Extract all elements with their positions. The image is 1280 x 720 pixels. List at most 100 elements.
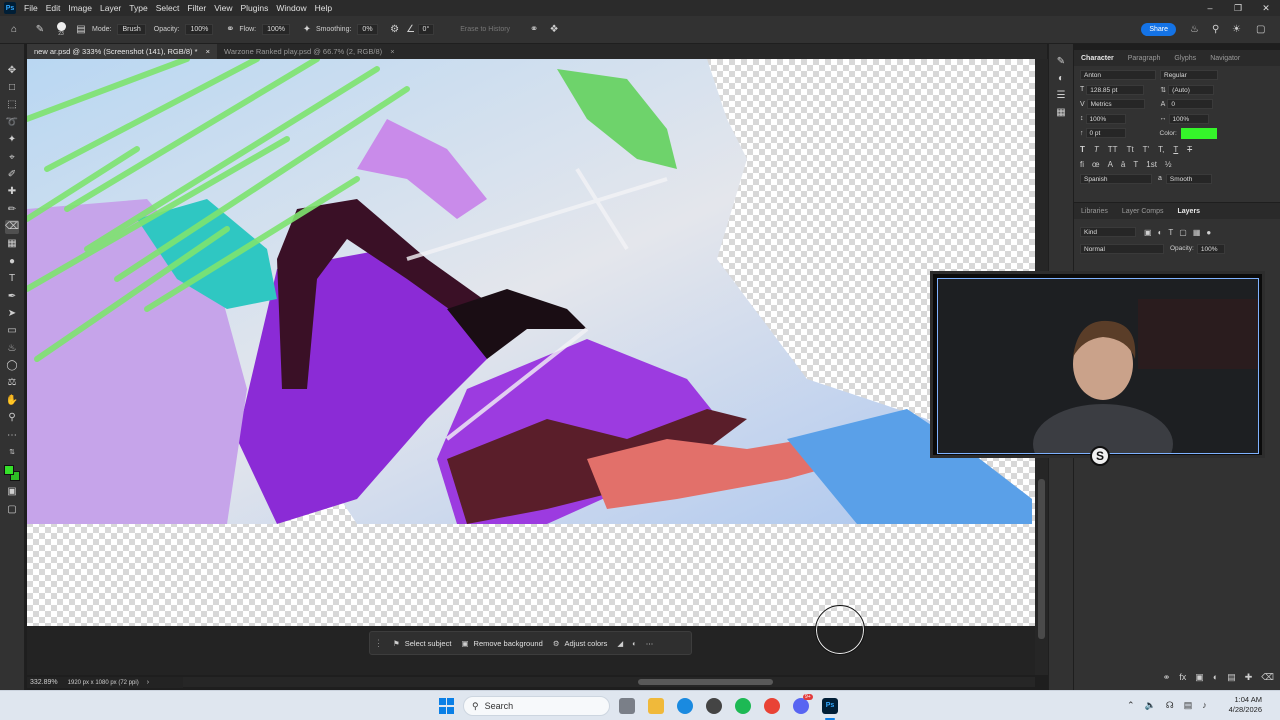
chrome-icon[interactable] — [764, 698, 780, 714]
flow-field[interactable]: 100% — [262, 24, 290, 35]
blend-mode-select[interactable]: Normal — [1080, 243, 1164, 254]
menu-plugins[interactable]: Plugins — [240, 3, 268, 13]
ordinals-icon[interactable]: 1st — [1146, 160, 1157, 169]
foreground-color-swatch[interactable] — [4, 464, 14, 475]
tab-glyphs[interactable]: Glyphs — [1167, 55, 1203, 62]
menu-file[interactable]: File — [24, 3, 38, 13]
menu-edit[interactable]: Edit — [46, 3, 61, 13]
tab-paragraph[interactable]: Paragraph — [1121, 55, 1168, 62]
strikethrough-icon[interactable]: T — [1187, 145, 1192, 154]
photoshop-taskbar-icon[interactable]: Ps — [822, 698, 838, 714]
type-tool-icon[interactable]: T — [5, 272, 19, 286]
filter-toggle-icon[interactable]: ● — [1206, 228, 1211, 237]
baseline-shift-field[interactable]: 0 pt — [1085, 128, 1126, 139]
adjustments-panel-icon[interactable]: ◐ — [1058, 73, 1064, 84]
tab-navigator[interactable]: Navigator — [1203, 55, 1247, 62]
edge-icon[interactable] — [677, 698, 693, 714]
file-explorer-icon[interactable] — [648, 698, 664, 714]
color-swatches[interactable] — [3, 464, 21, 482]
menu-select[interactable]: Select — [156, 3, 180, 13]
discord-icon[interactable] — [793, 698, 809, 714]
menu-view[interactable]: View — [214, 3, 232, 13]
pressure-opacity-icon[interactable]: ⚭ — [221, 24, 239, 35]
tab-layers[interactable]: Layers — [1171, 208, 1208, 215]
titling-icon[interactable]: T — [1133, 160, 1138, 169]
speaker-icon[interactable]: 🔈 — [1145, 700, 1156, 711]
brush-tool-icon[interactable]: ✏ — [5, 203, 19, 217]
kerning-select[interactable]: Metrics — [1086, 99, 1145, 110]
antialias-select[interactable]: Smooth — [1165, 173, 1212, 184]
zoom-level[interactable]: 332.89% — [30, 679, 58, 686]
erase-to-history-checkbox[interactable]: Erase to History — [460, 26, 510, 33]
history-panel-icon[interactable]: ✎ — [1057, 56, 1065, 67]
gear-icon[interactable]: ⚙ — [386, 24, 404, 35]
trash-icon[interactable]: ⌫ — [1261, 672, 1274, 683]
workspace-icon[interactable]: ▢ — [1256, 24, 1265, 35]
angle-field[interactable]: 0° — [417, 24, 435, 35]
symmetry-icon[interactable]: ❖ — [544, 24, 564, 35]
language-select[interactable]: Spanish — [1080, 173, 1152, 184]
text-color-swatch[interactable] — [1180, 127, 1217, 139]
tab-warzone[interactable]: Warzone Ranked play.psd @ 66.7% (2, RGB/… — [217, 44, 402, 59]
tab-layer-comps[interactable]: Layer Comps — [1115, 208, 1171, 215]
link-layers-icon[interactable]: ⚭ — [1163, 672, 1171, 683]
smoothing-field[interactable]: 0% — [357, 24, 378, 35]
scroll-thumb[interactable] — [1038, 479, 1045, 639]
filter-shape-icon[interactable]: ▢ — [1179, 228, 1187, 237]
pressure-size-icon[interactable]: ⚭ — [524, 24, 544, 35]
document-canvas[interactable] — [27, 59, 1035, 626]
more-tools-icon[interactable]: ⋯ — [5, 429, 19, 443]
font-size-field[interactable]: 128.85 pt — [1086, 84, 1145, 95]
adjust-colors-button[interactable]: ⚙ Adjust colors — [553, 639, 608, 648]
hand-tool-icon[interactable]: ✋ — [5, 394, 19, 408]
path-selection-tool-icon[interactable]: ➤ — [5, 307, 19, 321]
superscript-icon[interactable]: T' — [1143, 145, 1149, 154]
layer-filter-select[interactable]: Kind — [1080, 227, 1136, 238]
brush-preset-picker[interactable]: 23 — [52, 22, 70, 37]
leading-field[interactable]: (Auto) — [1168, 84, 1215, 95]
paint-bucket-icon[interactable]: ♨ — [5, 342, 19, 356]
menu-type[interactable]: Type — [129, 3, 147, 13]
menu-filter[interactable]: Filter — [187, 3, 206, 13]
faux-italic-icon[interactable]: T — [1094, 145, 1099, 154]
taskbar-search[interactable]: ⚲ Search — [463, 696, 610, 716]
object-selection-tool-icon[interactable]: ✦ — [5, 133, 19, 147]
task-view-icon[interactable] — [619, 698, 635, 714]
ellipse-tool-icon[interactable]: ◯ — [5, 359, 19, 373]
spotify-icon[interactable] — [735, 698, 751, 714]
zoom-tool-icon[interactable]: ⚲ — [5, 411, 19, 425]
airbrush-icon[interactable]: ✦ — [298, 24, 316, 35]
remove-background-button[interactable]: ▣ Remove background — [461, 639, 542, 648]
properties-panel-icon[interactable]: ☰ — [1057, 90, 1066, 101]
tab-character[interactable]: Character — [1074, 55, 1121, 62]
minimize-icon[interactable]: – — [1196, 0, 1224, 16]
all-caps-icon[interactable]: TT — [1108, 145, 1118, 154]
eyedropper-tool-icon[interactable]: ✐ — [5, 168, 19, 182]
ligatures-icon[interactable]: fi — [1080, 160, 1084, 169]
swatches-panel-icon[interactable]: ▦ — [1056, 107, 1065, 118]
filter-type-icon[interactable]: T — [1168, 228, 1173, 237]
tab-close-icon[interactable]: × — [390, 47, 394, 56]
lasso-tool-icon[interactable]: ➰ — [5, 116, 19, 130]
search-icon[interactable]: ⚲ — [1212, 24, 1219, 35]
swash-icon[interactable]: A — [1108, 160, 1113, 169]
rectangle-tool-icon[interactable]: ▭ — [5, 324, 19, 338]
transform-button[interactable]: ◢ — [617, 639, 628, 648]
taskbar-clock[interactable]: 1:04 AM 4/28/2026 — [1229, 695, 1262, 715]
subscript-icon[interactable]: T, — [1158, 145, 1164, 154]
dodge-tool-icon[interactable]: ● — [5, 255, 19, 269]
share-button[interactable]: Share — [1141, 23, 1176, 36]
faux-bold-icon[interactable]: T — [1080, 145, 1085, 154]
fractions-icon[interactable]: ½ — [1165, 160, 1172, 169]
gradient-tool-icon[interactable]: ▦ — [5, 237, 19, 251]
font-style-select[interactable]: Regular — [1160, 70, 1218, 81]
tab-libraries[interactable]: Libraries — [1074, 208, 1115, 215]
menu-window[interactable]: Window — [276, 3, 306, 13]
add-mask-icon[interactable]: ▣ — [1195, 672, 1204, 683]
tracking-field[interactable]: 0 — [1167, 99, 1214, 110]
mode-select[interactable]: Brush — [117, 24, 146, 35]
horizontal-scrollbar[interactable] — [183, 677, 1035, 687]
bell-icon[interactable]: ♨ — [1190, 24, 1199, 35]
close-icon[interactable]: ✕ — [1252, 0, 1280, 16]
brush-settings-icon[interactable]: ▤ — [70, 24, 92, 35]
